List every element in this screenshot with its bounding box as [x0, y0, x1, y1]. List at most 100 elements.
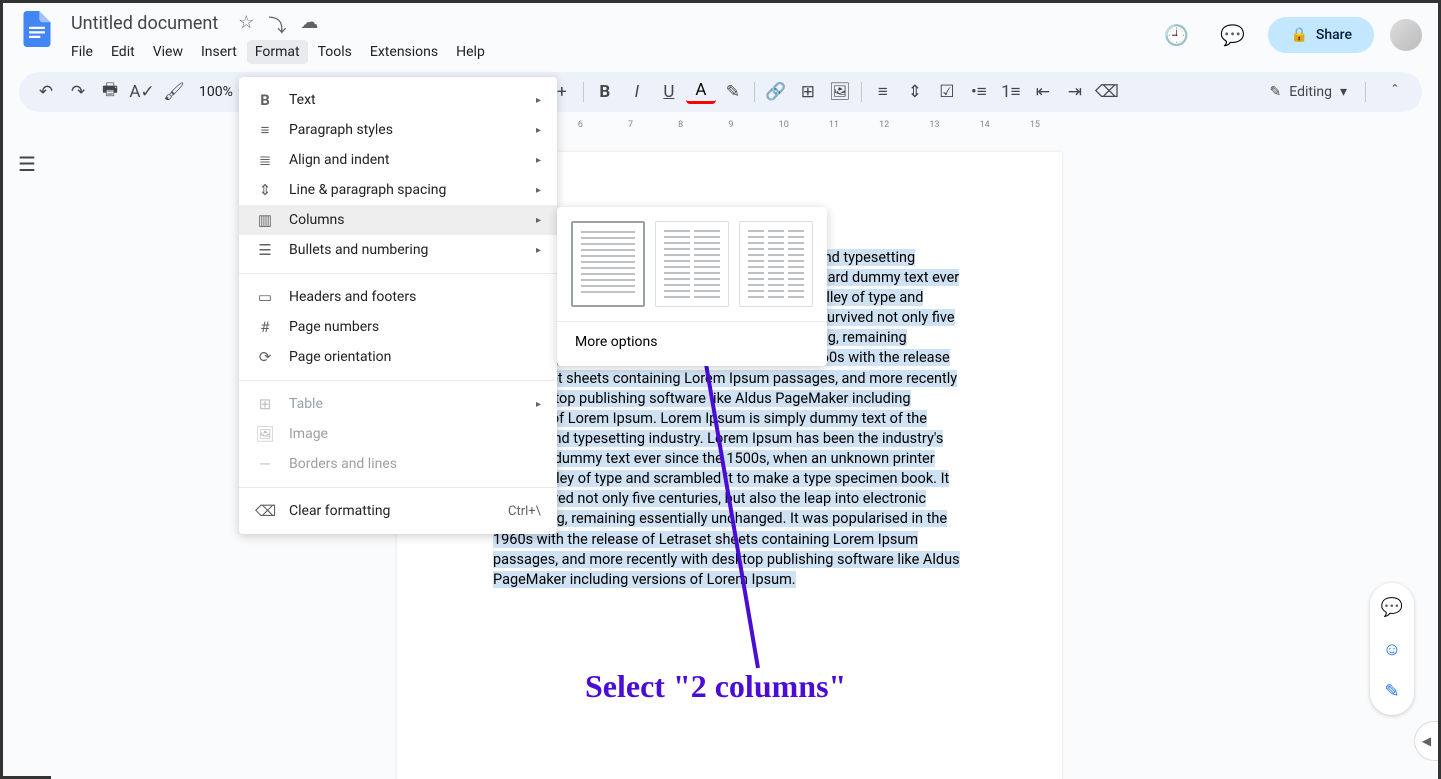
- add-comment-float[interactable]: 💬: [1376, 591, 1408, 623]
- line-spacing-button[interactable]: ⇕: [900, 77, 930, 107]
- increase-indent-button[interactable]: ⇥: [1060, 77, 1090, 107]
- menu-format[interactable]: Format: [247, 40, 308, 64]
- underline-button[interactable]: U: [654, 77, 684, 107]
- menu-view[interactable]: View: [145, 40, 191, 64]
- separator: [239, 273, 557, 274]
- checklist-button[interactable]: ☑: [932, 77, 962, 107]
- orientation-icon: ⟳: [255, 348, 275, 366]
- app-header: Untitled document ☆ ⤵ ☁ File Edit View I…: [3, 3, 1438, 64]
- annotation-text: Select "2 columns": [585, 668, 846, 705]
- list-icon: ☰: [255, 241, 275, 259]
- menu-item-image: 🖼 Image: [239, 419, 557, 449]
- menu-item-borders-lines: — Borders and lines: [239, 449, 557, 479]
- chevron-right-icon: ▸: [536, 185, 541, 196]
- menu-item-table: ⊞ Table ▸: [239, 389, 557, 419]
- align-button[interactable]: ≡: [868, 77, 898, 107]
- cloud-status-icon[interactable]: ☁: [300, 12, 318, 38]
- menu-file[interactable]: File: [63, 40, 101, 64]
- docs-logo[interactable]: [19, 11, 55, 47]
- more-options[interactable]: More options: [557, 321, 827, 352]
- document-title[interactable]: Untitled document: [63, 11, 226, 36]
- add-emoji-float[interactable]: ☺: [1376, 633, 1408, 665]
- move-icon[interactable]: ⤵: [268, 12, 286, 38]
- line-icon: —: [255, 455, 275, 473]
- menu-item-paragraph-styles[interactable]: ≡ Paragraph styles ▸: [239, 115, 557, 145]
- bold-button[interactable]: B: [590, 77, 620, 107]
- vertical-ruler[interactable]: [51, 136, 67, 779]
- menu-item-headers-footers[interactable]: ▭ Headers and footers: [239, 282, 557, 312]
- menu-item-page-orientation[interactable]: ⟳ Page orientation: [239, 342, 557, 372]
- zoom-dropdown[interactable]: 100%: [191, 84, 241, 100]
- clear-formatting-button[interactable]: ⌫: [1092, 77, 1122, 107]
- menu-edit[interactable]: Edit: [103, 40, 143, 64]
- ruler-mark: 12: [879, 120, 927, 130]
- bold-icon: B: [255, 91, 275, 109]
- separator: [1365, 82, 1366, 102]
- decrease-indent-button[interactable]: ⇤: [1028, 77, 1058, 107]
- numbered-list-button[interactable]: 1≡: [996, 77, 1026, 107]
- header-right: 🕘 💬 🔒 Share: [1156, 15, 1422, 55]
- menu-extensions[interactable]: Extensions: [362, 40, 446, 64]
- image-icon: 🖼: [255, 425, 275, 443]
- suggest-edits-float[interactable]: ✎: [1376, 675, 1408, 707]
- redo-button[interactable]: ↷: [63, 77, 93, 107]
- text-color-button[interactable]: A: [686, 80, 716, 104]
- ruler-mark: 7: [628, 120, 676, 130]
- header-footer-icon: ▭: [255, 288, 275, 306]
- menu-insert[interactable]: Insert: [193, 40, 245, 64]
- menu-tools[interactable]: Tools: [310, 40, 360, 64]
- add-comment-button[interactable]: ⊞: [793, 77, 823, 107]
- share-button[interactable]: 🔒 Share: [1268, 17, 1374, 53]
- clear-format-icon: ⌫: [255, 502, 275, 520]
- outline-icon[interactable]: ☰: [18, 152, 36, 779]
- insert-image-button[interactable]: 🖼: [825, 77, 855, 107]
- history-icon[interactable]: 🕘: [1156, 15, 1196, 55]
- toolbar: ↶ ↷ 🖶 A✓ 🖌 100% + B I U A ✎ 🔗 ⊞ 🖼 ≡ ⇕ ☑ …: [19, 72, 1422, 112]
- column-options: [571, 221, 813, 307]
- column-option-1[interactable]: [571, 221, 645, 307]
- menu-help[interactable]: Help: [448, 40, 493, 64]
- ruler-mark: 13: [929, 120, 977, 130]
- chevron-right-icon: ▸: [536, 215, 541, 226]
- ruler-mark: 9: [728, 120, 776, 130]
- menubar: File Edit View Insert Format Tools Exten…: [63, 38, 1156, 64]
- separator: [239, 380, 557, 381]
- paragraph-icon: ≡: [255, 121, 275, 139]
- format-dropdown-menu: B Text ▸ ≡ Paragraph styles ▸ ≣ Align an…: [239, 77, 557, 534]
- lock-icon: 🔒: [1290, 27, 1307, 43]
- star-icon[interactable]: ☆: [238, 12, 254, 38]
- menu-item-text[interactable]: B Text ▸: [239, 85, 557, 115]
- chevron-right-icon: ▸: [536, 245, 541, 256]
- menu-item-line-spacing[interactable]: ⇕ Line & paragraph spacing ▸: [239, 175, 557, 205]
- menu-item-columns[interactable]: ▥ Columns ▸: [239, 205, 557, 235]
- ruler-mark: 6: [578, 120, 626, 130]
- ruler-mark: 14: [980, 120, 1028, 130]
- menu-item-clear-formatting[interactable]: ⌫ Clear formatting Ctrl+\: [239, 496, 557, 526]
- highlight-color-button[interactable]: ✎: [718, 77, 748, 107]
- bulleted-list-button[interactable]: •≡: [964, 77, 994, 107]
- mode-label: Editing: [1289, 84, 1332, 100]
- undo-button[interactable]: ↶: [31, 77, 61, 107]
- table-icon: ⊞: [255, 395, 275, 413]
- menu-item-align-indent[interactable]: ≣ Align and indent ▸: [239, 145, 557, 175]
- collapse-toolbar-button[interactable]: ˆ: [1380, 77, 1410, 107]
- chevron-right-icon: ▸: [536, 125, 541, 136]
- separator: [583, 82, 584, 102]
- menu-item-page-numbers[interactable]: # Page numbers: [239, 312, 557, 342]
- spellcheck-button[interactable]: A✓: [127, 77, 157, 107]
- insert-link-button[interactable]: 🔗: [761, 77, 791, 107]
- paint-format-button[interactable]: 🖌: [159, 77, 189, 107]
- column-option-3[interactable]: [739, 221, 813, 307]
- chevron-right-icon: ▸: [536, 155, 541, 166]
- floating-tools: 💬 ☺ ✎: [1370, 583, 1414, 715]
- separator: [754, 82, 755, 102]
- pencil-icon: ✎: [1270, 84, 1282, 100]
- print-button[interactable]: 🖶: [95, 77, 125, 107]
- menu-item-bullets[interactable]: ☰ Bullets and numbering ▸: [239, 235, 557, 265]
- mode-dropdown[interactable]: ✎ Editing ▾: [1258, 80, 1359, 104]
- italic-button[interactable]: I: [622, 77, 652, 107]
- title-area: Untitled document ☆ ⤵ ☁ File Edit View I…: [63, 11, 1156, 64]
- account-avatar[interactable]: [1390, 19, 1422, 51]
- column-option-2[interactable]: [655, 221, 729, 307]
- comments-icon[interactable]: 💬: [1212, 15, 1252, 55]
